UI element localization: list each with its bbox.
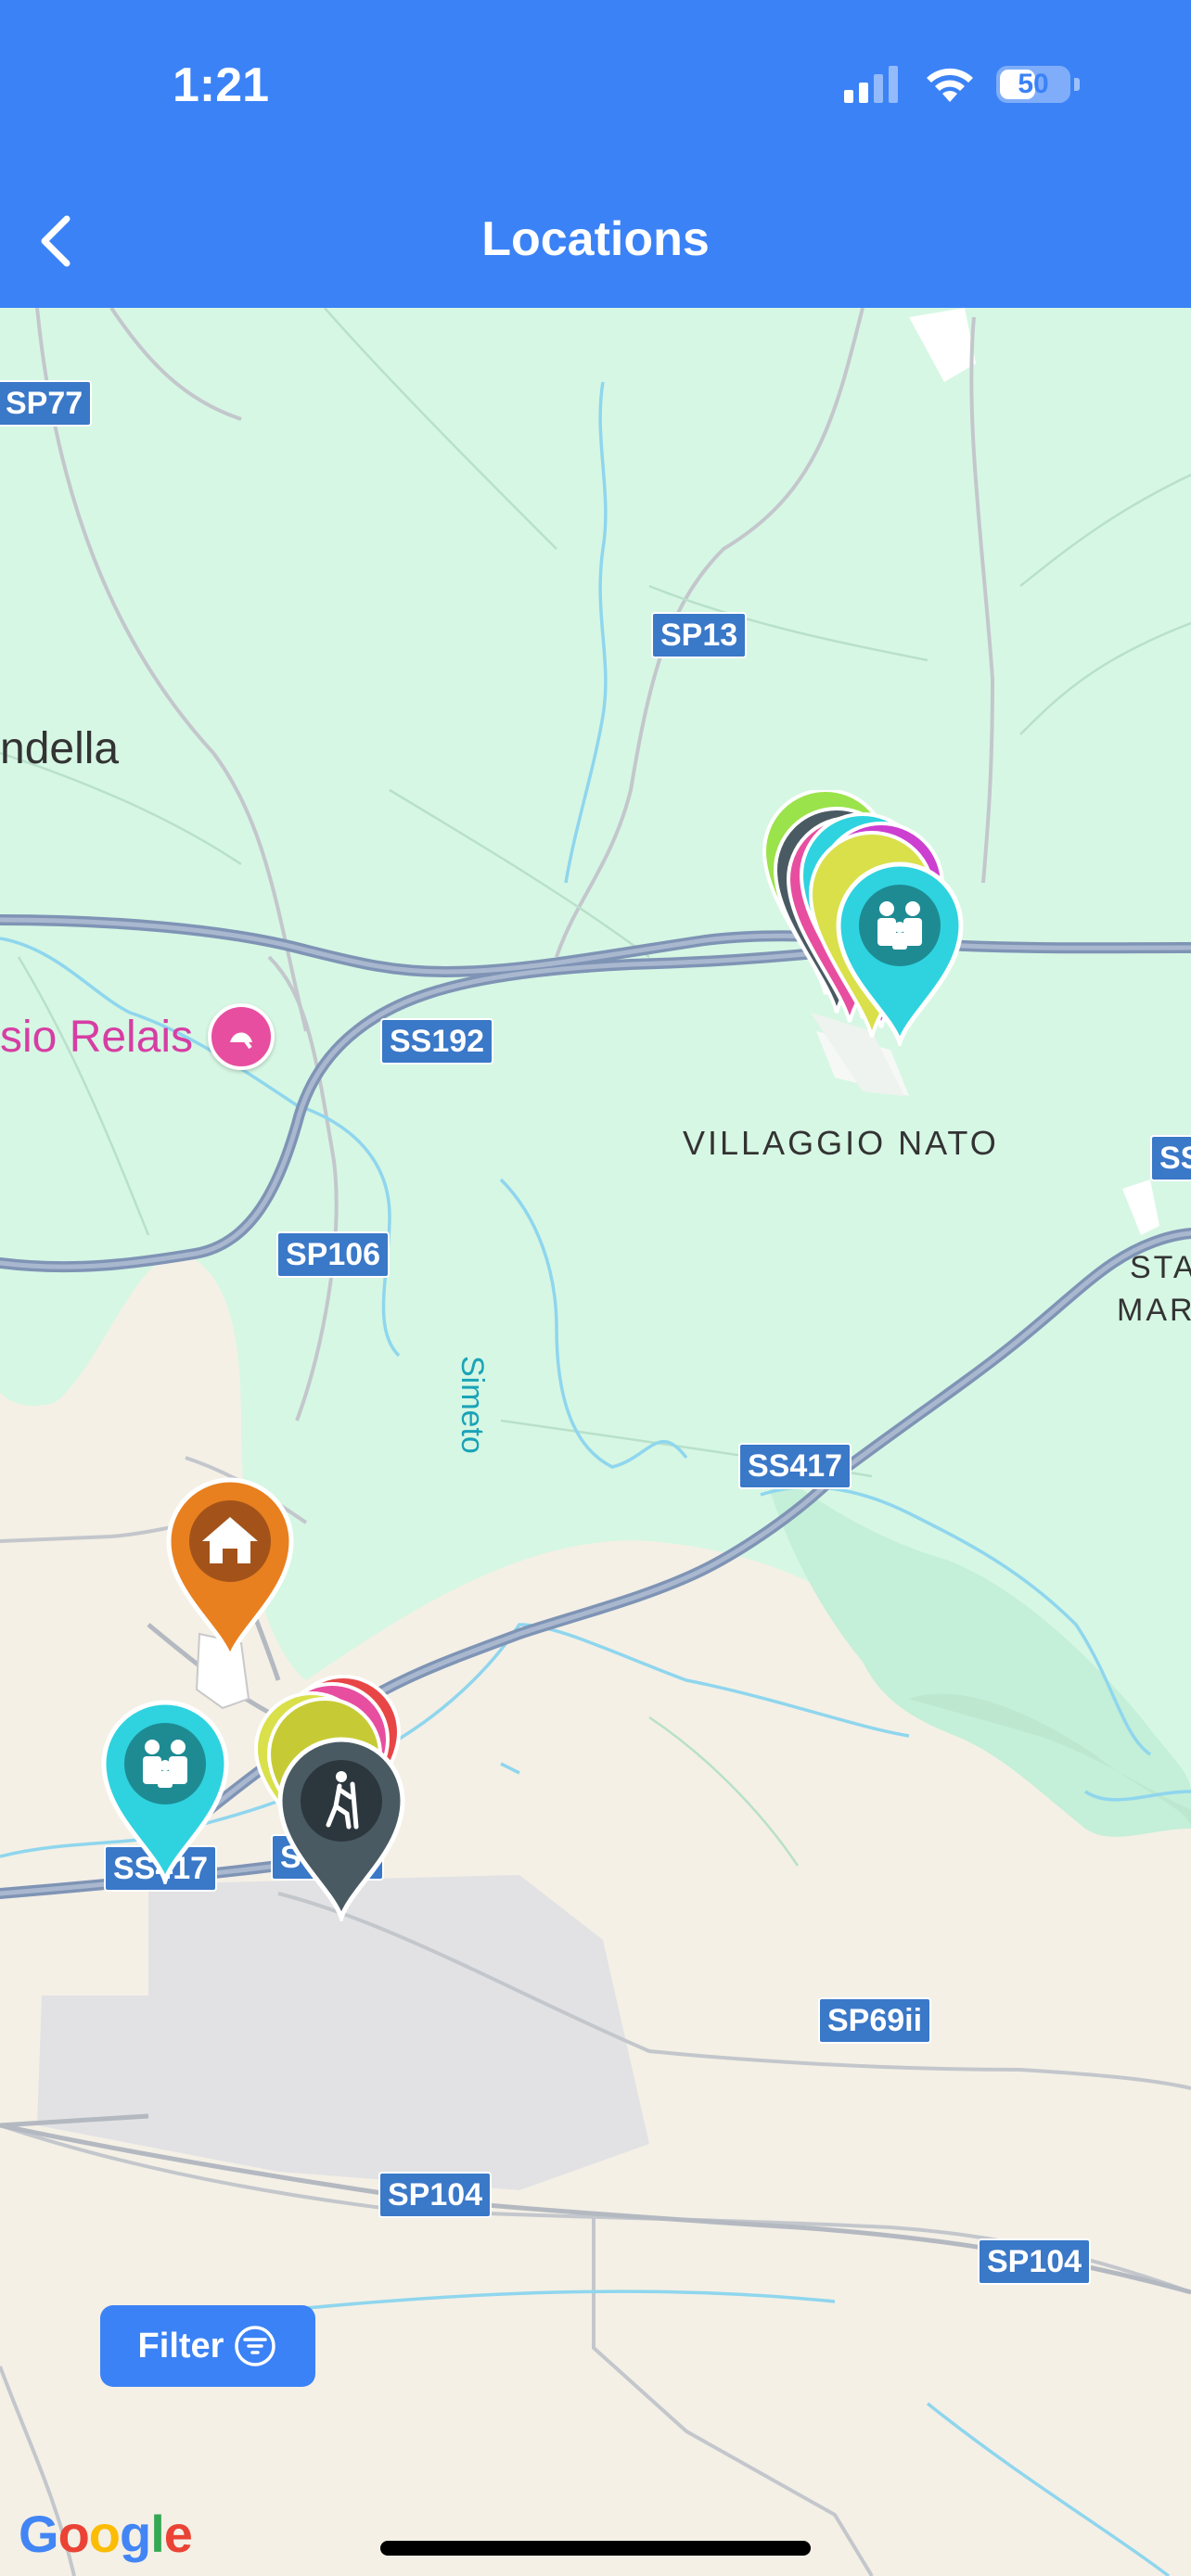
status-time: 1:21 — [173, 58, 270, 112]
map-view[interactable]: SP77 SP13 SS192 SP106 SS417 SS417 SS417 … — [0, 308, 1191, 2576]
page-title: Locations — [481, 212, 710, 266]
road-label-ss417: SS417 — [738, 1443, 852, 1489]
road-label-sp69ii: SP69ii — [818, 1997, 932, 2044]
hotel-poi-icon — [208, 1003, 275, 1070]
signal-icon — [844, 66, 898, 103]
filter-label: Filter — [137, 2326, 224, 2366]
road-label-sp106: SP106 — [276, 1231, 391, 1278]
place-label-relais-text: sio Relais — [0, 1012, 194, 1062]
status-icons: 50 — [844, 65, 1080, 104]
road-label-ss-east: SS — [1150, 1135, 1191, 1181]
place-label-sta: STA — [1130, 1250, 1191, 1285]
header-bar: 1:21 50 Locations — [0, 0, 1191, 308]
road-label-sp104: SP104 — [378, 2172, 493, 2218]
filter-button[interactable]: Filter — [100, 2305, 315, 2387]
filter-icon — [235, 2326, 276, 2366]
map-base — [0, 308, 1191, 2576]
place-label-mar: MAR — [1117, 1293, 1191, 1328]
place-label-relais: sio Relais — [0, 1003, 275, 1070]
marker-hiking[interactable] — [275, 1736, 408, 1926]
place-label-ndella: ndella — [0, 724, 120, 773]
marker-family-villaggio[interactable] — [833, 861, 967, 1051]
river-label-simeto: Simeto — [455, 1356, 490, 1454]
place-label-villaggio-nato: VILLAGGIO NATO — [683, 1124, 999, 1162]
marker-family-west[interactable] — [98, 1699, 232, 1889]
google-logo: Google — [19, 2505, 193, 2563]
wifi-icon — [927, 68, 973, 102]
road-label-sp77: SP77 — [0, 380, 93, 427]
google-attribution: Google — [19, 2504, 193, 2564]
road-label-sp104-east: SP104 — [978, 2238, 1092, 2285]
battery-level: 50 — [1018, 69, 1049, 99]
marker-home[interactable] — [163, 1476, 297, 1666]
road-label-sp13: SP13 — [651, 612, 748, 658]
home-indicator[interactable] — [380, 2541, 811, 2556]
road-label-ss192: SS192 — [380, 1018, 494, 1065]
battery-icon: 50 — [996, 66, 1070, 103]
